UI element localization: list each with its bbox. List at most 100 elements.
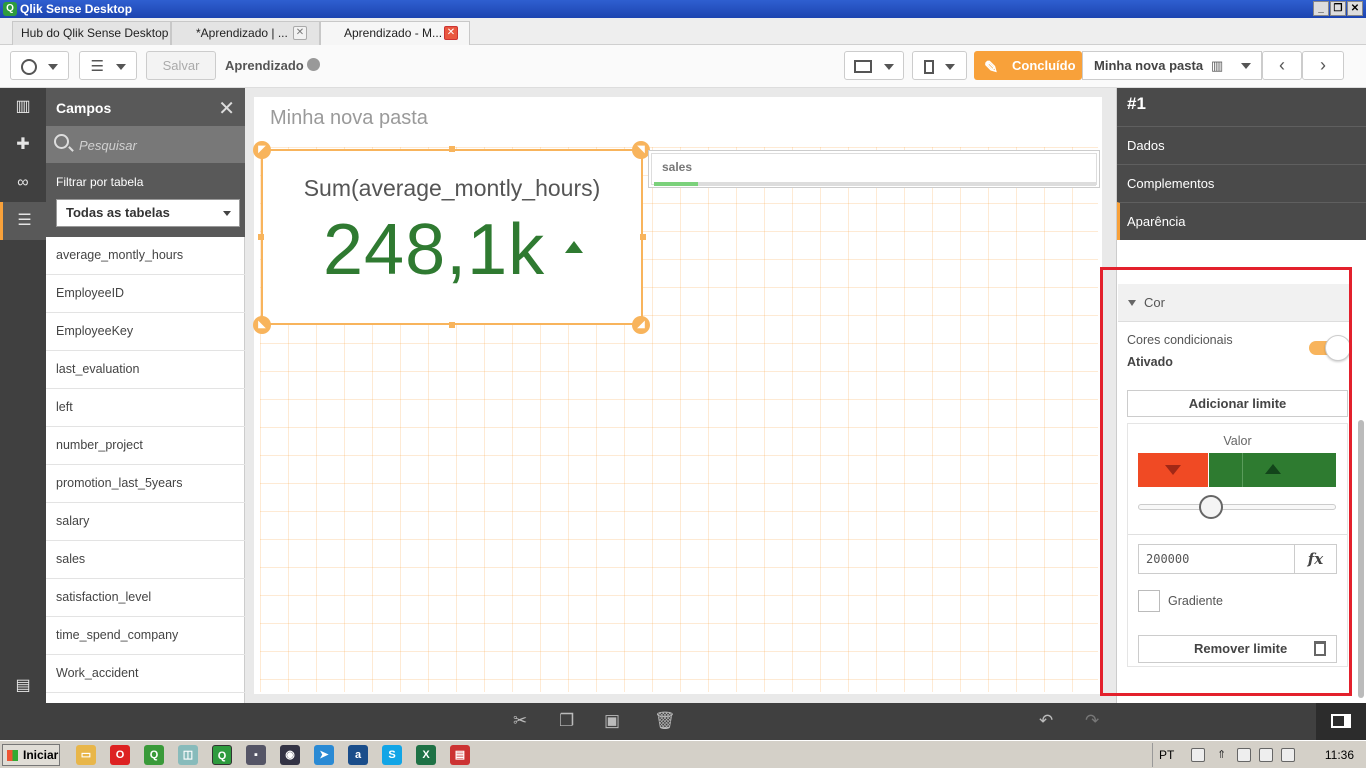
field-item[interactable]: satisfaction_level <box>46 579 245 617</box>
sheet-title[interactable]: Minha nova pasta <box>270 107 428 130</box>
tab-complementos[interactable]: Complementos <box>1117 164 1366 202</box>
app-toolbar: ☰ Salvar Aprendizado ✎ Concluído Minha n… <box>0 45 1366 88</box>
field-item[interactable]: EmployeeID <box>46 275 245 313</box>
resize-handle-left[interactable] <box>258 234 264 240</box>
start-button[interactable]: Iniciar <box>2 744 60 766</box>
field-item[interactable]: number_project <box>46 427 245 465</box>
close-tab-icon[interactable]: ✕ <box>293 26 307 40</box>
field-item[interactable]: salary <box>46 503 245 541</box>
resize-handle-bottom-right[interactable]: ◢ <box>632 316 650 334</box>
undo-icon[interactable]: ↶ <box>1039 711 1053 731</box>
properties-header: #1 Dados Complementos Aparência <box>1117 88 1366 240</box>
flag-icon[interactable] <box>1259 748 1273 762</box>
trash-icon[interactable]: 🗑 <box>654 711 676 731</box>
tab-aprendizado-active[interactable]: Aprendizado - M... ✕ <box>320 21 470 45</box>
search-icon <box>54 134 69 149</box>
terminal-icon[interactable]: ▪ <box>246 745 266 765</box>
tab-aprendizado-edit[interactable]: *Aprendizado | ... ✕ <box>171 21 320 45</box>
field-item[interactable]: EmployeeKey <box>46 313 245 351</box>
filter-pane-listbox[interactable]: sales <box>651 153 1097 186</box>
done-editing-button[interactable]: ✎ Concluído <box>974 51 1082 80</box>
field-item[interactable]: left <box>46 389 245 427</box>
pencil-icon: ✎ <box>984 58 999 77</box>
excel-icon[interactable]: X <box>416 745 436 765</box>
vpn-icon[interactable]: ◉ <box>280 745 300 765</box>
telegram-icon[interactable]: ➤ <box>314 745 334 765</box>
opera-icon[interactable]: O <box>110 745 130 765</box>
network-icon[interactable]: ◫ <box>178 745 198 765</box>
field-item[interactable]: time_spend_company <box>46 617 245 655</box>
text-app-icon[interactable]: a <box>348 745 368 765</box>
window-title: Qlik Sense Desktop <box>20 2 133 16</box>
edit-bottom-bar: ✂ ❐ ▣ 🗑 ↶ ↷ <box>0 703 1366 740</box>
redo-icon[interactable]: ↷ <box>1085 711 1099 731</box>
field-item[interactable]: average_montly_hours <box>46 237 245 275</box>
clock: 11:36 <box>1324 748 1354 762</box>
info-icon[interactable] <box>307 58 321 71</box>
fields-tab[interactable]: ☰ <box>0 202 46 240</box>
charts-tab[interactable]: ▥ <box>0 88 46 126</box>
navigation-button[interactable] <box>10 51 69 80</box>
master-items-tab[interactable]: ∞ <box>0 164 46 202</box>
presentation-icon <box>854 60 873 74</box>
sheet-name: Minha nova pasta <box>1094 58 1204 73</box>
search-input[interactable]: Pesquisar <box>46 126 245 163</box>
filter-pane-label: sales <box>662 160 693 174</box>
resize-handle-bottom-left[interactable]: ◣ <box>253 316 271 334</box>
global-menu-button[interactable]: ☰ <box>79 51 137 80</box>
field-item[interactable]: sales <box>46 541 245 579</box>
field-item[interactable]: last_evaluation <box>46 351 245 389</box>
selection-bar-fill <box>654 182 698 186</box>
paste-icon[interactable]: ▣ <box>604 711 620 731</box>
close-icon[interactable]: ✕ <box>218 96 235 121</box>
link-icon: ∞ <box>17 174 29 191</box>
table-select[interactable]: Todas as tabelas <box>56 199 240 227</box>
restore-button[interactable]: ❐ <box>1330 1 1346 16</box>
copy-icon[interactable]: ❐ <box>559 711 574 731</box>
next-sheet-button[interactable]: › <box>1302 51 1344 80</box>
resize-handle-right[interactable] <box>640 234 646 240</box>
bookmark-icon <box>923 59 934 74</box>
filter-pane-object[interactable]: sales <box>648 150 1100 188</box>
resize-handle-top-left[interactable]: ◤ <box>253 141 271 159</box>
qlikview-icon[interactable]: Q <box>144 745 164 765</box>
previous-sheet-button[interactable]: ‹ <box>1262 51 1302 80</box>
tab-label: Hub do Qlik Sense Desktop <box>21 26 169 40</box>
kpi-object[interactable]: Sum(average_montly_hours) 248,1k <box>261 149 643 325</box>
field-item[interactable]: promotion_last_5years <box>46 465 245 503</box>
fax-icon[interactable]: ▤ <box>450 745 470 765</box>
storytelling-button[interactable] <box>844 51 904 80</box>
variables-button[interactable]: ▤ <box>0 667 46 703</box>
system-tray: PT ⇑ 11:36 <box>1152 743 1366 767</box>
resize-handle-top[interactable] <box>449 146 455 152</box>
close-window-button[interactable]: ✕ <box>1347 1 1363 16</box>
sheet-selector[interactable]: Minha nova pasta ▥ <box>1082 51 1262 80</box>
variable-icon: ▤ <box>15 677 31 694</box>
tab-dados[interactable]: Dados <box>1117 126 1366 164</box>
tab-hub[interactable]: Hub do Qlik Sense Desktop <box>12 21 171 45</box>
resize-handle-bottom[interactable] <box>449 322 455 328</box>
keyboard-icon[interactable] <box>1191 748 1205 762</box>
extensions-tab[interactable]: ✚ <box>0 126 46 164</box>
save-button[interactable]: Salvar <box>146 51 216 80</box>
skype-icon[interactable]: S <box>382 745 402 765</box>
tab-label: Aprendizado - M... <box>344 26 443 40</box>
close-tab-icon[interactable]: ✕ <box>444 26 458 40</box>
device-icon[interactable] <box>1237 748 1251 762</box>
toggle-properties-button[interactable] <box>1316 703 1366 740</box>
compass-icon <box>20 58 37 75</box>
volume-icon[interactable] <box>1281 748 1295 762</box>
expand-tray-icon[interactable]: ⇑ <box>1217 748 1231 762</box>
minimize-button[interactable]: _ <box>1313 1 1329 16</box>
explorer-icon[interactable]: ▭ <box>76 745 96 765</box>
language-indicator[interactable]: PT <box>1159 748 1174 762</box>
puzzle-icon: ✚ <box>16 136 30 153</box>
properties-scrollbar[interactable] <box>1358 420 1364 698</box>
qlik-sense-icon[interactable]: Q <box>212 745 232 765</box>
bookmarks-button[interactable] <box>912 51 967 80</box>
tab-aparencia[interactable]: Aparência <box>1117 202 1366 240</box>
qlik-icon: Q <box>3 2 17 16</box>
chevron-right-icon: › <box>1320 55 1326 75</box>
field-item[interactable]: Work_accident <box>46 655 245 693</box>
scissors-icon[interactable]: ✂ <box>513 711 527 731</box>
